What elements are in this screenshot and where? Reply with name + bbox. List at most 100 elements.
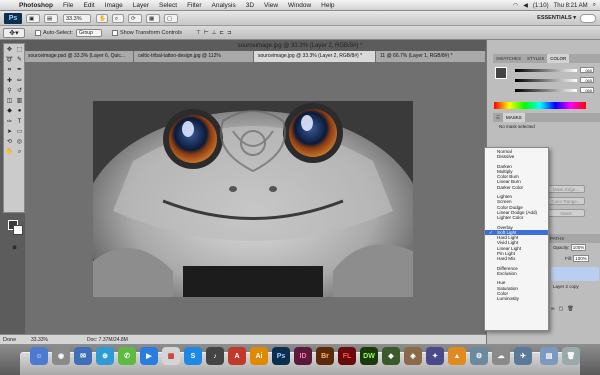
- menu-app-photoshop[interactable]: Photoshop: [14, 0, 58, 11]
- brush-tool-icon[interactable]: ✏: [15, 76, 24, 85]
- fill-value[interactable]: 100%: [573, 255, 589, 262]
- shape-tool-icon[interactable]: ▭: [15, 127, 24, 136]
- type-tool-icon[interactable]: T: [15, 117, 24, 126]
- move-tool-preset[interactable]: ✥▾: [3, 27, 25, 38]
- color-panel-swatch[interactable]: [495, 67, 507, 79]
- app-icon-2[interactable]: ◈: [404, 347, 422, 365]
- vlc-icon[interactable]: ▲: [448, 347, 466, 365]
- hand-tool-button[interactable]: ✋: [96, 14, 108, 23]
- battery-status[interactable]: (1:10): [533, 3, 549, 9]
- search-field[interactable]: [580, 14, 596, 23]
- workspace-switcher[interactable]: ESSENTIALS ▾: [537, 14, 576, 23]
- arrange-documents-button[interactable]: ▦: [146, 14, 160, 23]
- wifi-icon[interactable]: ◠: [513, 2, 518, 9]
- acrobat-icon[interactable]: A: [228, 347, 246, 365]
- app-icon-4[interactable]: ⚙: [470, 347, 488, 365]
- tab-adjustments[interactable]: ☰: [493, 113, 503, 122]
- app-icon-3[interactable]: ✦: [426, 347, 444, 365]
- app-icon-6[interactable]: ✈: [514, 347, 532, 365]
- blue-value[interactable]: 065: [580, 87, 594, 93]
- green-slider[interactable]: 065: [515, 77, 595, 83]
- illustrator-icon[interactable]: Ai: [250, 347, 268, 365]
- dodge-tool-icon[interactable]: ●: [15, 107, 24, 116]
- volume-icon[interactable]: ◀: [523, 2, 528, 9]
- blend-dissolve[interactable]: Dissolve: [485, 154, 548, 159]
- color-spectrum-bar[interactable]: [494, 102, 586, 109]
- align-buttons[interactable]: ⊤ ⊢ ⊥ ⊏ ⊐: [196, 30, 232, 36]
- frog-image[interactable]: [93, 101, 413, 297]
- marquee-tool-icon[interactable]: ⬚: [15, 45, 24, 54]
- menu-filter[interactable]: Filter: [182, 0, 206, 11]
- transform-option[interactable]: Show Transform Controls: [111, 29, 182, 36]
- eraser-tool-icon[interactable]: ◫: [5, 96, 14, 105]
- menu-analysis[interactable]: Analysis: [207, 0, 241, 11]
- blur-tool-icon[interactable]: ◆: [5, 106, 14, 115]
- auto-select-option[interactable]: Auto-Select: Group: [35, 28, 102, 37]
- spotlight-icon[interactable]: ⌕: [593, 2, 596, 9]
- blend-hard-mix[interactable]: Hard Mix: [485, 256, 548, 261]
- tab-masks[interactable]: MASKS: [503, 113, 525, 122]
- background-color-swatch[interactable]: [13, 225, 23, 235]
- zoom-tool-button[interactable]: ⌕: [112, 14, 124, 23]
- history-brush-tool-icon[interactable]: ↺: [15, 86, 24, 95]
- auto-select-checkbox[interactable]: [35, 29, 41, 36]
- red-slider[interactable]: 065: [515, 67, 595, 73]
- dreamweaver-icon[interactable]: DW: [360, 347, 378, 365]
- quick-select-tool-icon[interactable]: ✎: [15, 55, 24, 64]
- blend-luminosity[interactable]: Luminosity: [485, 296, 548, 301]
- clock[interactable]: Thu 8:21 AM: [554, 3, 588, 9]
- indesign-icon[interactable]: ID: [294, 347, 312, 365]
- menu-edit[interactable]: Edit: [78, 0, 99, 11]
- mask-edge-button[interactable]: Mask Edge...: [547, 185, 585, 193]
- ichat-icon[interactable]: ✆: [118, 347, 136, 365]
- eyedropper-tool-icon[interactable]: ✒: [15, 65, 24, 74]
- hand-tool-icon[interactable]: ✋: [5, 147, 14, 156]
- menu-view[interactable]: View: [259, 0, 283, 11]
- menu-help[interactable]: Help: [316, 0, 339, 11]
- menu-image[interactable]: Image: [100, 0, 128, 11]
- menu-select[interactable]: Select: [154, 0, 182, 11]
- green-value[interactable]: 065: [580, 77, 594, 83]
- transform-checkbox[interactable]: [111, 29, 118, 36]
- app-icon-5[interactable]: ☁: [492, 347, 510, 365]
- app-icon-1[interactable]: ◆: [382, 347, 400, 365]
- align-middle-icon[interactable]: ⊢: [204, 30, 209, 36]
- delete-layer-icon[interactable]: 🗑: [567, 306, 573, 312]
- healing-tool-icon[interactable]: ✚: [5, 76, 14, 85]
- color-range-button[interactable]: Color Range...: [547, 197, 585, 205]
- clone-stamp-tool-icon[interactable]: ⚲: [5, 86, 14, 95]
- red-value[interactable]: 065: [580, 67, 594, 73]
- menu-file[interactable]: File: [58, 0, 78, 11]
- downloads-folder-icon[interactable]: ▤: [540, 347, 558, 365]
- minibridge-button[interactable]: ▤: [44, 14, 58, 23]
- layer-name[interactable]: Layer 2 copy: [553, 284, 579, 289]
- photoshop-icon[interactable]: Ps: [272, 347, 290, 365]
- safari-icon[interactable]: ⊕: [96, 347, 114, 365]
- zoom-level-select[interactable]: 33.3%: [63, 14, 91, 23]
- 3d-orbit-tool-icon[interactable]: ◎: [15, 137, 24, 146]
- align-center-icon[interactable]: ⊐: [227, 30, 232, 36]
- lasso-tool-icon[interactable]: ➰: [5, 55, 14, 64]
- tab-11[interactable]: 11 @ 66.7% (Layer 1, RGB/8#) *: [376, 51, 486, 62]
- finder-icon[interactable]: ☺: [30, 347, 48, 365]
- tab-swatches[interactable]: SWATCHES: [493, 54, 524, 63]
- blend-exclusion[interactable]: Exclusion: [485, 271, 548, 276]
- path-select-tool-icon[interactable]: ➤: [5, 127, 14, 136]
- bridge-button[interactable]: ▣: [26, 14, 40, 23]
- mail-icon[interactable]: ✉: [74, 347, 92, 365]
- calendar-icon[interactable]: ▦: [162, 347, 180, 365]
- layer-row-selected[interactable]: [551, 267, 599, 281]
- tab-sourceimage-psd[interactable]: sourceimage.psd @ 33.3% (Layer 6, Quic..…: [24, 51, 134, 62]
- auto-select-dropdown[interactable]: Group: [75, 28, 102, 37]
- rotate-view-button[interactable]: ⟳: [128, 14, 142, 23]
- crop-tool-icon[interactable]: ⌗: [5, 66, 14, 75]
- tab-color[interactable]: COLOR: [547, 54, 570, 63]
- menu-window[interactable]: Window: [283, 0, 316, 11]
- invert-button[interactable]: Invert: [547, 209, 585, 217]
- facetime-icon[interactable]: ▶: [140, 347, 158, 365]
- move-tool-icon[interactable]: ✥: [5, 45, 14, 54]
- menu-3d[interactable]: 3D: [241, 0, 259, 11]
- zoom-tool-icon[interactable]: ⌕: [15, 148, 24, 157]
- tab-paths[interactable]: PATHS: [547, 234, 567, 243]
- quick-mask-icon[interactable]: ◙: [10, 243, 19, 252]
